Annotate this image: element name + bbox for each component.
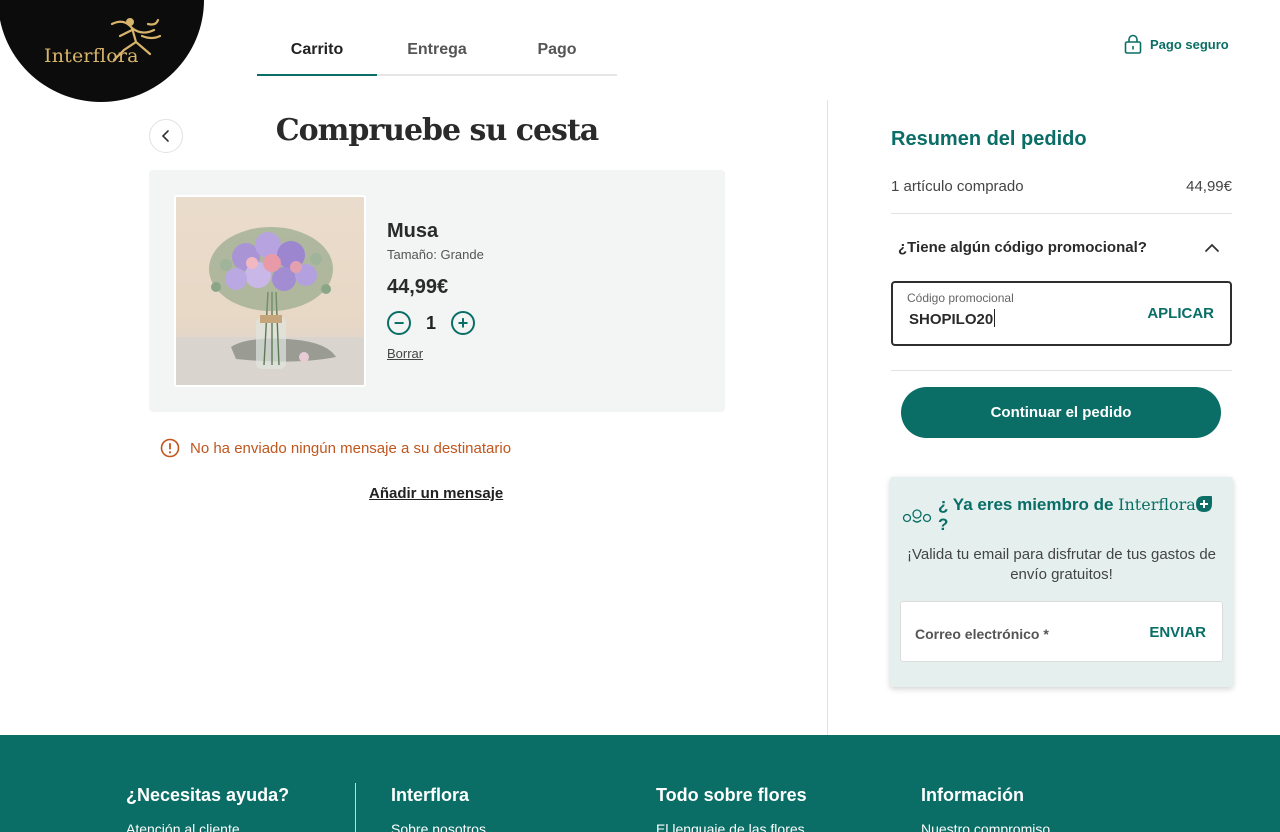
warning-text: No ha enviado ningún mensaje a su destin… xyxy=(190,439,512,457)
flowers-icon xyxy=(902,509,932,523)
footer-separator xyxy=(355,783,356,832)
plus-badge-icon xyxy=(1196,496,1212,512)
summary-divider xyxy=(891,213,1232,214)
promo-code-label: Código promocional xyxy=(907,291,1014,305)
step-payment[interactable]: Pago xyxy=(497,26,617,74)
text-cursor xyxy=(994,309,996,327)
footer-link-customer-service[interactable]: Atención al cliente xyxy=(126,821,240,832)
member-title-suffix: ? xyxy=(938,515,949,534)
email-field[interactable]: Correo electrónico * ENVIAR xyxy=(900,601,1223,662)
product-name: Musa xyxy=(387,220,439,242)
footer-link-about[interactable]: Sobre nosotros xyxy=(391,821,486,832)
brand-logo[interactable]: Interflora xyxy=(0,0,204,102)
message-warning: No ha enviado ningún mensaje a su destin… xyxy=(160,438,511,458)
footer-heading-flowers: Todo sobre flores xyxy=(656,785,807,805)
add-message-link[interactable]: Añadir un mensaje xyxy=(369,485,503,502)
order-summary-title: Resumen del pedido xyxy=(891,128,1087,150)
apply-promo-button[interactable]: APLICAR xyxy=(1147,305,1214,322)
product-price: 44,99€ xyxy=(387,276,449,298)
increase-quantity-button[interactable]: + xyxy=(451,311,475,335)
checkout-steps: Carrito Entrega Pago xyxy=(257,26,617,76)
step-delivery[interactable]: Entrega xyxy=(377,26,497,74)
items-total-price: 44,99€ xyxy=(1186,178,1232,195)
secure-payment-label: Pago seguro xyxy=(1150,36,1229,52)
bouquet-illustration xyxy=(176,227,364,385)
promo-code-value: SHOPILO20 xyxy=(909,311,994,328)
product-image[interactable] xyxy=(174,195,366,387)
email-placeholder: Correo electrónico * xyxy=(915,626,1049,642)
chevron-up-icon[interactable] xyxy=(1202,238,1222,258)
promo-code-field[interactable]: Código promocional SHOPILO20 APLICAR xyxy=(891,281,1232,346)
member-title: ¿ Ya eres miembro de Interflora ? xyxy=(938,495,1208,535)
continue-order-button[interactable]: Continuar el pedido xyxy=(901,387,1221,438)
padlock-icon xyxy=(1124,34,1142,54)
chevron-left-icon xyxy=(161,130,169,142)
footer: ¿Necesitas ayuda? Atención al cliente In… xyxy=(0,735,1280,832)
footer-heading-interflora: Interflora xyxy=(391,785,470,805)
summary-divider-2 xyxy=(891,370,1232,371)
send-email-button[interactable]: ENVIAR xyxy=(1149,624,1206,641)
member-title-brand: Interflora xyxy=(1118,495,1196,514)
footer-heading-info: Información xyxy=(921,785,1025,805)
column-divider xyxy=(827,100,828,735)
product-size: Tamaño: Grande xyxy=(387,247,484,262)
decrease-quantity-button[interactable]: − xyxy=(387,311,411,335)
member-card: ¿ Ya eres miembro de Interflora ? ¡Valid… xyxy=(890,477,1233,687)
step-cart[interactable]: Carrito xyxy=(257,26,377,76)
promo-code-toggle-label[interactable]: ¿Tiene algún código promocional? xyxy=(898,239,1147,256)
cart-item-card: Musa Tamaño: Grande 44,99€ − 1 + Borrar xyxy=(149,170,725,412)
footer-link-flower-language[interactable]: El lenguaje de las flores xyxy=(656,821,805,832)
promo-code-input[interactable]: SHOPILO20 xyxy=(909,309,996,328)
quantity-value: 1 xyxy=(425,312,436,333)
member-title-prefix: ¿ Ya eres miembro de xyxy=(938,495,1114,514)
secure-payment: Pago seguro xyxy=(1124,34,1229,54)
footer-link-commitment[interactable]: Nuestro compromiso xyxy=(921,821,1050,832)
alert-circle-icon xyxy=(160,438,180,458)
items-count-label: 1 artículo comprado xyxy=(891,178,1024,195)
remove-item-link[interactable]: Borrar xyxy=(387,346,423,361)
brand-wordmark: Interflora xyxy=(44,45,139,67)
member-description: ¡Valida tu email para disfrutar de tus g… xyxy=(906,546,1217,583)
quantity-stepper: − 1 + xyxy=(387,311,475,335)
back-button[interactable] xyxy=(149,119,183,153)
page-title: Compruebe su cesta xyxy=(275,113,600,148)
footer-heading-help: ¿Necesitas ayuda? xyxy=(126,785,290,805)
